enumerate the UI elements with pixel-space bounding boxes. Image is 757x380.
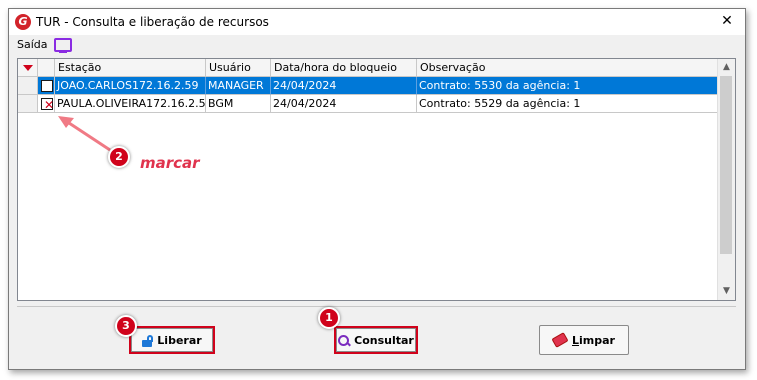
cell-estacao: JOAO.CARLOS172.16.2.59 xyxy=(55,77,206,95)
consultar-label: Consultar xyxy=(354,333,414,347)
annotation-marcar: marcar xyxy=(140,154,200,172)
table-row[interactable]: JOAO.CARLOS172.16.2.59 MANAGER 24/04/202… xyxy=(18,77,719,95)
sort-down-icon xyxy=(23,65,33,71)
cell-usuario: BGM xyxy=(206,95,271,113)
consultar-button[interactable]: Consultar xyxy=(334,326,418,354)
step-badge-2: 2 xyxy=(108,146,130,168)
scroll-down-icon[interactable]: ▼ xyxy=(718,283,735,300)
checkbox-icon xyxy=(41,80,53,92)
checked-checkbox-icon: ✕ xyxy=(41,98,54,111)
limpar-button[interactable]: Limpar xyxy=(539,325,629,355)
menu-bar: Saída xyxy=(9,36,745,54)
column-header-usuario[interactable]: Usuário xyxy=(206,59,271,77)
scroll-thumb[interactable] xyxy=(720,76,732,254)
footer-divider xyxy=(17,306,736,307)
resources-table: Estação Usuário Data/hora do bloqueio Ob… xyxy=(17,58,736,301)
monitor-icon[interactable] xyxy=(54,38,72,53)
column-header-estacao[interactable]: Estação xyxy=(55,59,206,77)
close-button[interactable]: ✕ xyxy=(717,11,737,31)
cell-observacao: Contrato: 5529 da agência: 1 xyxy=(417,95,719,113)
cell-data: 24/04/2024 xyxy=(271,95,417,113)
eraser-icon xyxy=(551,332,569,348)
row-checkbox[interactable]: ✕ xyxy=(38,95,55,113)
app-logo-icon: G xyxy=(15,14,31,30)
row-checkbox[interactable] xyxy=(38,77,55,95)
column-header-data[interactable]: Data/hora do bloqueio xyxy=(271,59,417,77)
cell-estacao: PAULA.OLIVEIRA172.16.2.52 xyxy=(55,95,206,113)
cell-data: 24/04/2024 xyxy=(271,77,417,95)
row-header xyxy=(18,77,38,95)
sort-header[interactable] xyxy=(18,59,38,77)
step-badge-1: 1 xyxy=(318,307,340,329)
search-icon xyxy=(338,334,352,346)
unlock-icon xyxy=(142,334,154,347)
checkbox-header xyxy=(38,59,55,77)
dialog-window: G TUR - Consulta e liberação de recursos… xyxy=(8,8,746,370)
scroll-up-icon[interactable]: ▲ xyxy=(718,59,735,76)
cell-observacao: Contrato: 5530 da agência: 1 xyxy=(417,77,719,95)
table-row[interactable]: ✕ PAULA.OLIVEIRA172.16.2.52 BGM 24/04/20… xyxy=(18,95,719,113)
liberar-label: Liberar xyxy=(157,333,202,347)
row-header xyxy=(18,95,38,113)
cell-usuario: MANAGER xyxy=(206,77,271,95)
menu-saida[interactable]: Saída xyxy=(17,38,48,51)
limpar-label: Limpar xyxy=(572,333,615,347)
title-bar: G TUR - Consulta e liberação de recursos… xyxy=(9,9,745,35)
step-badge-3: 3 xyxy=(115,315,137,337)
column-header-observacao[interactable]: Observação xyxy=(417,59,719,77)
vertical-scrollbar[interactable]: ▲ ▼ xyxy=(717,59,735,300)
window-title: TUR - Consulta e liberação de recursos xyxy=(36,15,269,29)
liberar-button[interactable]: Liberar xyxy=(129,326,215,354)
